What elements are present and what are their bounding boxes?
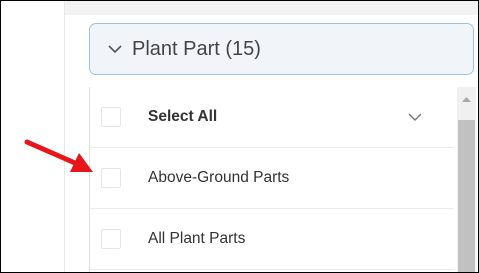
scrollbar[interactable] xyxy=(457,87,476,272)
option-select-all[interactable]: Select All xyxy=(90,87,454,148)
option-label: Select All xyxy=(148,108,218,125)
all-plant-parts-checkbox[interactable] xyxy=(101,229,121,249)
scroll-up-arrow-icon[interactable] xyxy=(457,91,476,107)
chevron-down-icon[interactable] xyxy=(407,111,423,123)
option-label: Above-Ground Parts xyxy=(148,169,290,186)
option-all-plant-parts[interactable]: All Plant Parts xyxy=(90,209,454,270)
red-arrow-annotation-icon xyxy=(24,139,93,172)
plant-part-accordion-header[interactable]: Plant Part (15) xyxy=(89,23,474,75)
plant-part-options-list: Select All Above-Ground Parts All Plant … xyxy=(89,87,478,272)
scrollbar-thumb[interactable] xyxy=(458,120,475,272)
chevron-down-icon xyxy=(108,45,122,54)
option-label: All Plant Parts xyxy=(148,230,246,247)
top-strip xyxy=(65,1,478,15)
accordion-title: Plant Part (15) xyxy=(132,37,261,60)
above-ground-parts-checkbox[interactable] xyxy=(101,168,121,188)
select-all-checkbox[interactable] xyxy=(101,107,121,127)
option-above-ground-parts[interactable]: Above-Ground Parts xyxy=(90,148,454,209)
screenshot-frame: Plant Part (15) Select All Above-Ground … xyxy=(0,0,479,273)
